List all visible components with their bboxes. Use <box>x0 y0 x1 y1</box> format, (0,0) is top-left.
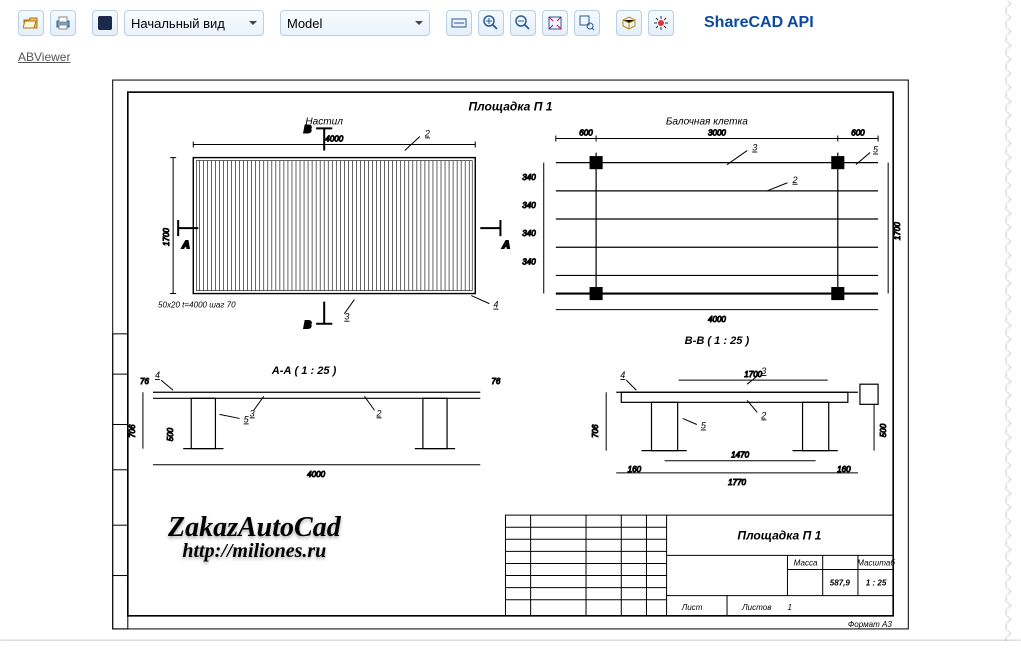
model-select[interactable]: Model <box>280 10 430 36</box>
svg-text:Площадка П 1: Площадка П 1 <box>468 99 552 113</box>
svg-text:5: 5 <box>701 421 707 431</box>
svg-text:160: 160 <box>628 465 642 474</box>
svg-text:Листов: Листов <box>741 603 771 612</box>
svg-text:76: 76 <box>140 377 149 386</box>
svg-text:1 : 25: 1 : 25 <box>866 579 887 588</box>
svg-text:500: 500 <box>879 423 888 437</box>
svg-text:5: 5 <box>873 145 879 155</box>
svg-text:2: 2 <box>760 410 766 420</box>
svg-text:1700: 1700 <box>744 370 762 379</box>
svg-text:4: 4 <box>155 370 160 380</box>
abviewer-link[interactable]: ABViewer <box>18 50 70 64</box>
svg-text:340: 340 <box>522 173 536 182</box>
svg-text:4000: 4000 <box>307 470 325 479</box>
svg-text:3: 3 <box>752 143 757 153</box>
svg-text:В: В <box>304 320 311 331</box>
svg-text:4000: 4000 <box>325 134 343 143</box>
svg-text:Формат А3: Формат А3 <box>848 620 893 629</box>
torn-edge-bottom <box>0 641 1021 655</box>
svg-text:В-В ( 1 : 25 ): В-В ( 1 : 25 ) <box>685 335 750 347</box>
svg-text:76: 76 <box>491 377 500 386</box>
svg-text:3: 3 <box>344 312 349 322</box>
cad-drawing: Площадка П 1 Настил Балочная клетка 4000… <box>18 72 1003 641</box>
svg-text:1470: 1470 <box>731 451 749 460</box>
svg-text:2: 2 <box>791 175 797 185</box>
fit-width-button[interactable] <box>446 10 472 36</box>
svg-text:4000: 4000 <box>708 315 726 324</box>
svg-text:50x20 t=4000 шаг 70: 50x20 t=4000 шаг 70 <box>158 301 236 310</box>
svg-text:А-А ( 1 : 25 ): А-А ( 1 : 25 ) <box>271 365 337 377</box>
svg-text:Балочная клетка: Балочная клетка <box>666 116 748 127</box>
svg-text:3: 3 <box>761 366 766 376</box>
svg-text:706: 706 <box>128 424 137 438</box>
svg-text:Площадка П 1: Площадка П 1 <box>737 528 821 542</box>
svg-text:3: 3 <box>250 408 255 418</box>
svg-text:4: 4 <box>620 370 625 380</box>
svg-text:2: 2 <box>424 128 430 138</box>
sharecad-api-link[interactable]: ShareCAD API <box>704 14 814 32</box>
3d-mode-button[interactable] <box>616 10 642 36</box>
svg-text:1700: 1700 <box>893 222 902 240</box>
zoom-window-button[interactable] <box>574 10 600 36</box>
svg-text:500: 500 <box>166 427 175 441</box>
svg-text:340: 340 <box>522 257 536 266</box>
svg-text:587,9: 587,9 <box>830 579 851 588</box>
zoom-out-button[interactable] <box>510 10 536 36</box>
print-button[interactable] <box>50 10 76 36</box>
svg-text:Масштаб: Масштаб <box>857 558 895 567</box>
svg-text:1700: 1700 <box>162 228 171 246</box>
open-button[interactable] <box>18 10 44 36</box>
svg-text:340: 340 <box>522 229 536 238</box>
svg-text:2: 2 <box>376 408 382 418</box>
svg-text:4: 4 <box>493 300 498 310</box>
svg-text:1: 1 <box>787 603 791 612</box>
svg-text:600: 600 <box>579 128 593 137</box>
svg-text:1770: 1770 <box>728 478 746 487</box>
view-select[interactable]: Начальный вид <box>124 10 264 36</box>
svg-text:А: А <box>181 240 189 251</box>
black-bg-button[interactable] <box>92 10 118 36</box>
svg-text:Лист: Лист <box>681 603 703 612</box>
svg-text:600: 600 <box>851 128 865 137</box>
drawing-viewport[interactable]: Площадка П 1 Настил Балочная клетка 4000… <box>18 72 1003 641</box>
svg-text:340: 340 <box>522 201 536 210</box>
svg-text:706: 706 <box>591 424 600 438</box>
svg-text:Масса: Масса <box>794 558 818 567</box>
svg-text:3000: 3000 <box>708 128 726 137</box>
torn-edge-right <box>1007 0 1021 655</box>
toolbar: Начальный вид Model ShareCAD API <box>0 0 1021 46</box>
fit-all-button[interactable] <box>542 10 568 36</box>
svg-text:В: В <box>304 124 311 135</box>
zoom-in-button[interactable] <box>478 10 504 36</box>
settings-button[interactable] <box>648 10 674 36</box>
svg-text:160: 160 <box>837 465 851 474</box>
svg-text:А: А <box>501 240 509 251</box>
